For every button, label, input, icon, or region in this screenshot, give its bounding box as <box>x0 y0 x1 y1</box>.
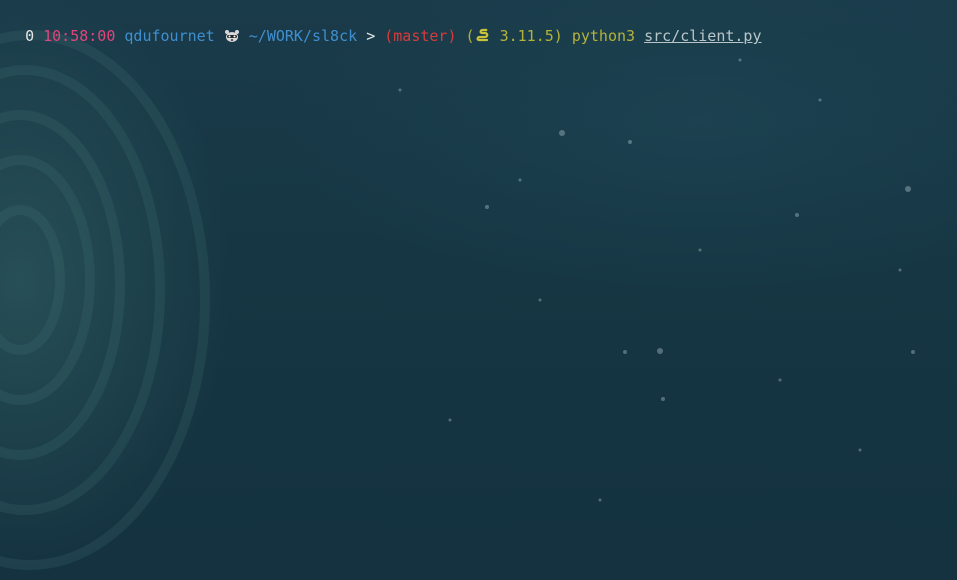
terminal-output-area[interactable] <box>0 30 957 580</box>
